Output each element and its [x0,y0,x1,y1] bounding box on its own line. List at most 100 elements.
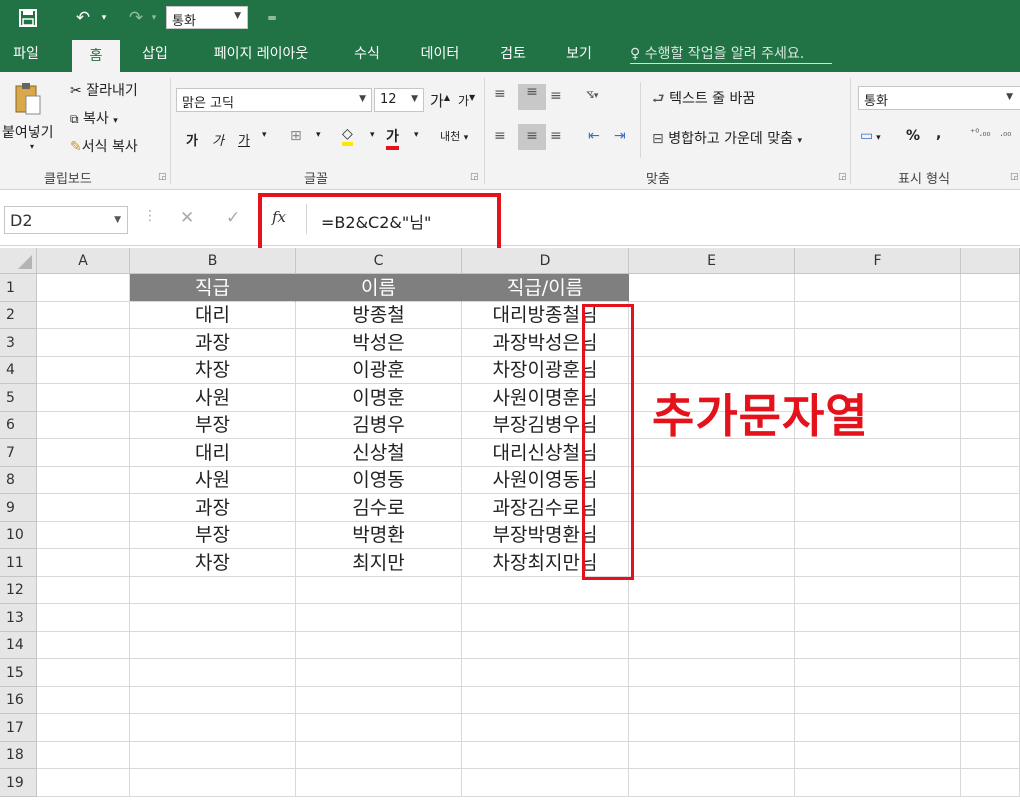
borders-icon[interactable]: ⊞ [290,128,302,144]
cell-a14[interactable] [37,632,130,659]
cell-a19[interactable] [37,769,130,797]
cell-f9[interactable] [795,494,961,522]
tab-file[interactable]: 파일 [6,36,46,72]
quick-number-format-combo[interactable]: 통화 ▼ [166,6,248,29]
cell-e3[interactable] [629,329,795,357]
cell-b17[interactable] [130,714,296,742]
cell-d16[interactable] [462,687,629,714]
row-header-4[interactable]: 4 [0,357,37,384]
cell-d1[interactable]: 직급/이름 [462,274,629,302]
tab-review[interactable]: 검토 [490,36,536,72]
cell-c2[interactable]: 방종철 [296,302,462,329]
cell-e8[interactable] [629,467,795,494]
cell-e17[interactable] [629,714,795,742]
font-name-combo[interactable]: 맑은 고딕 ▼ [176,88,372,112]
row-header-8[interactable]: 8 [0,467,37,494]
cell-c11[interactable]: 최지만 [296,549,462,577]
bold-button[interactable]: 가 [186,130,198,149]
cell-e2[interactable] [629,302,795,329]
cell-a12[interactable] [37,577,130,604]
column-header-c[interactable]: C [296,248,462,274]
name-box[interactable]: D2 ▼ [4,206,128,234]
cell-e15[interactable] [629,659,795,687]
copy-button[interactable]: ⧉ 복사 ▾ [70,108,118,128]
redo-dropdown-icon[interactable]: ▾ [148,6,160,30]
cell-b18[interactable] [130,742,296,769]
cell-b8[interactable]: 사원 [130,467,296,494]
cell-c15[interactable] [296,659,462,687]
accounting-format-icon[interactable]: ▭ ▾ [860,128,881,144]
wrap-text-button[interactable]: ⮐ 텍스트 줄 바꿈 [652,88,755,112]
cut-button[interactable]: ✂ 잘라내기 [70,80,138,100]
comma-button[interactable]: , [936,126,941,142]
cell-a15[interactable] [37,659,130,687]
row-header-3[interactable]: 3 [0,329,37,357]
cell-a10[interactable] [37,522,130,549]
cell-d19[interactable] [462,769,629,797]
paste-button[interactable]: 붙여넣기 [2,122,54,142]
cell-g4[interactable] [961,357,1020,384]
cell-b4[interactable]: 차장 [130,357,296,384]
cell-b7[interactable]: 대리 [130,439,296,467]
row-header-12[interactable]: 12 [0,577,37,604]
dialog-launcher-icon[interactable]: ◲ [838,172,847,182]
customize-quick-access-icon[interactable]: ═ [264,6,280,30]
cell-g19[interactable] [961,769,1020,797]
column-header-e[interactable]: E [629,248,795,274]
cell-a11[interactable] [37,549,130,577]
cell-b12[interactable] [130,577,296,604]
row-header-1[interactable]: 1 [0,274,37,302]
shrink-font-button[interactable]: 가▼ [458,92,475,109]
undo-dropdown-icon[interactable]: ▾ [98,6,110,30]
cell-d12[interactable] [462,577,629,604]
font-color-button[interactable]: 가 [386,126,399,150]
align-right-icon[interactable]: ≡ [550,128,562,144]
italic-button[interactable]: 가 [212,130,224,149]
increase-indent-icon[interactable]: ⇥ [614,128,626,144]
cell-f15[interactable] [795,659,961,687]
undo-icon[interactable]: ↶ [70,6,96,30]
cell-c7[interactable]: 신상철 [296,439,462,467]
cell-g18[interactable] [961,742,1020,769]
cell-b1[interactable]: 직급 [130,274,296,302]
cell-b16[interactable] [130,687,296,714]
cell-e1[interactable] [629,274,795,302]
percent-button[interactable]: % [906,128,920,144]
row-header-11[interactable]: 11 [0,549,37,577]
cell-g5[interactable] [961,384,1020,412]
cell-g3[interactable] [961,329,1020,357]
cell-b5[interactable]: 사원 [130,384,296,412]
grow-font-button[interactable]: 가▲ [430,90,450,111]
cell-a7[interactable] [37,439,130,467]
cell-c8[interactable]: 이영동 [296,467,462,494]
row-header-9[interactable]: 9 [0,494,37,522]
cell-c10[interactable]: 박명환 [296,522,462,549]
cell-f2[interactable] [795,302,961,329]
chevron-down-icon[interactable]: ▾ [370,130,375,140]
tab-data[interactable]: 데이터 [410,36,470,72]
cell-c3[interactable]: 박성은 [296,329,462,357]
decrease-indent-icon[interactable]: ⇤ [588,128,600,144]
row-header-15[interactable]: 15 [0,659,37,687]
cell-f14[interactable] [795,632,961,659]
cell-g1[interactable] [961,274,1020,302]
cell-a5[interactable] [37,384,130,412]
dialog-launcher-icon[interactable]: ◲ [470,172,479,182]
cell-f19[interactable] [795,769,961,797]
cell-b15[interactable] [130,659,296,687]
enter-check-icon[interactable]: ✓ [226,208,240,228]
cell-g16[interactable] [961,687,1020,714]
cell-d14[interactable] [462,632,629,659]
cell-g14[interactable] [961,632,1020,659]
cell-c6[interactable]: 김병우 [296,412,462,439]
cell-a3[interactable] [37,329,130,357]
cell-g15[interactable] [961,659,1020,687]
align-left-icon[interactable]: ≡ [494,128,506,144]
cell-c16[interactable] [296,687,462,714]
align-bottom-icon[interactable]: ≡ [550,88,562,104]
cell-c19[interactable] [296,769,462,797]
cell-b6[interactable]: 부장 [130,412,296,439]
cell-b10[interactable]: 부장 [130,522,296,549]
cell-f12[interactable] [795,577,961,604]
cell-e14[interactable] [629,632,795,659]
